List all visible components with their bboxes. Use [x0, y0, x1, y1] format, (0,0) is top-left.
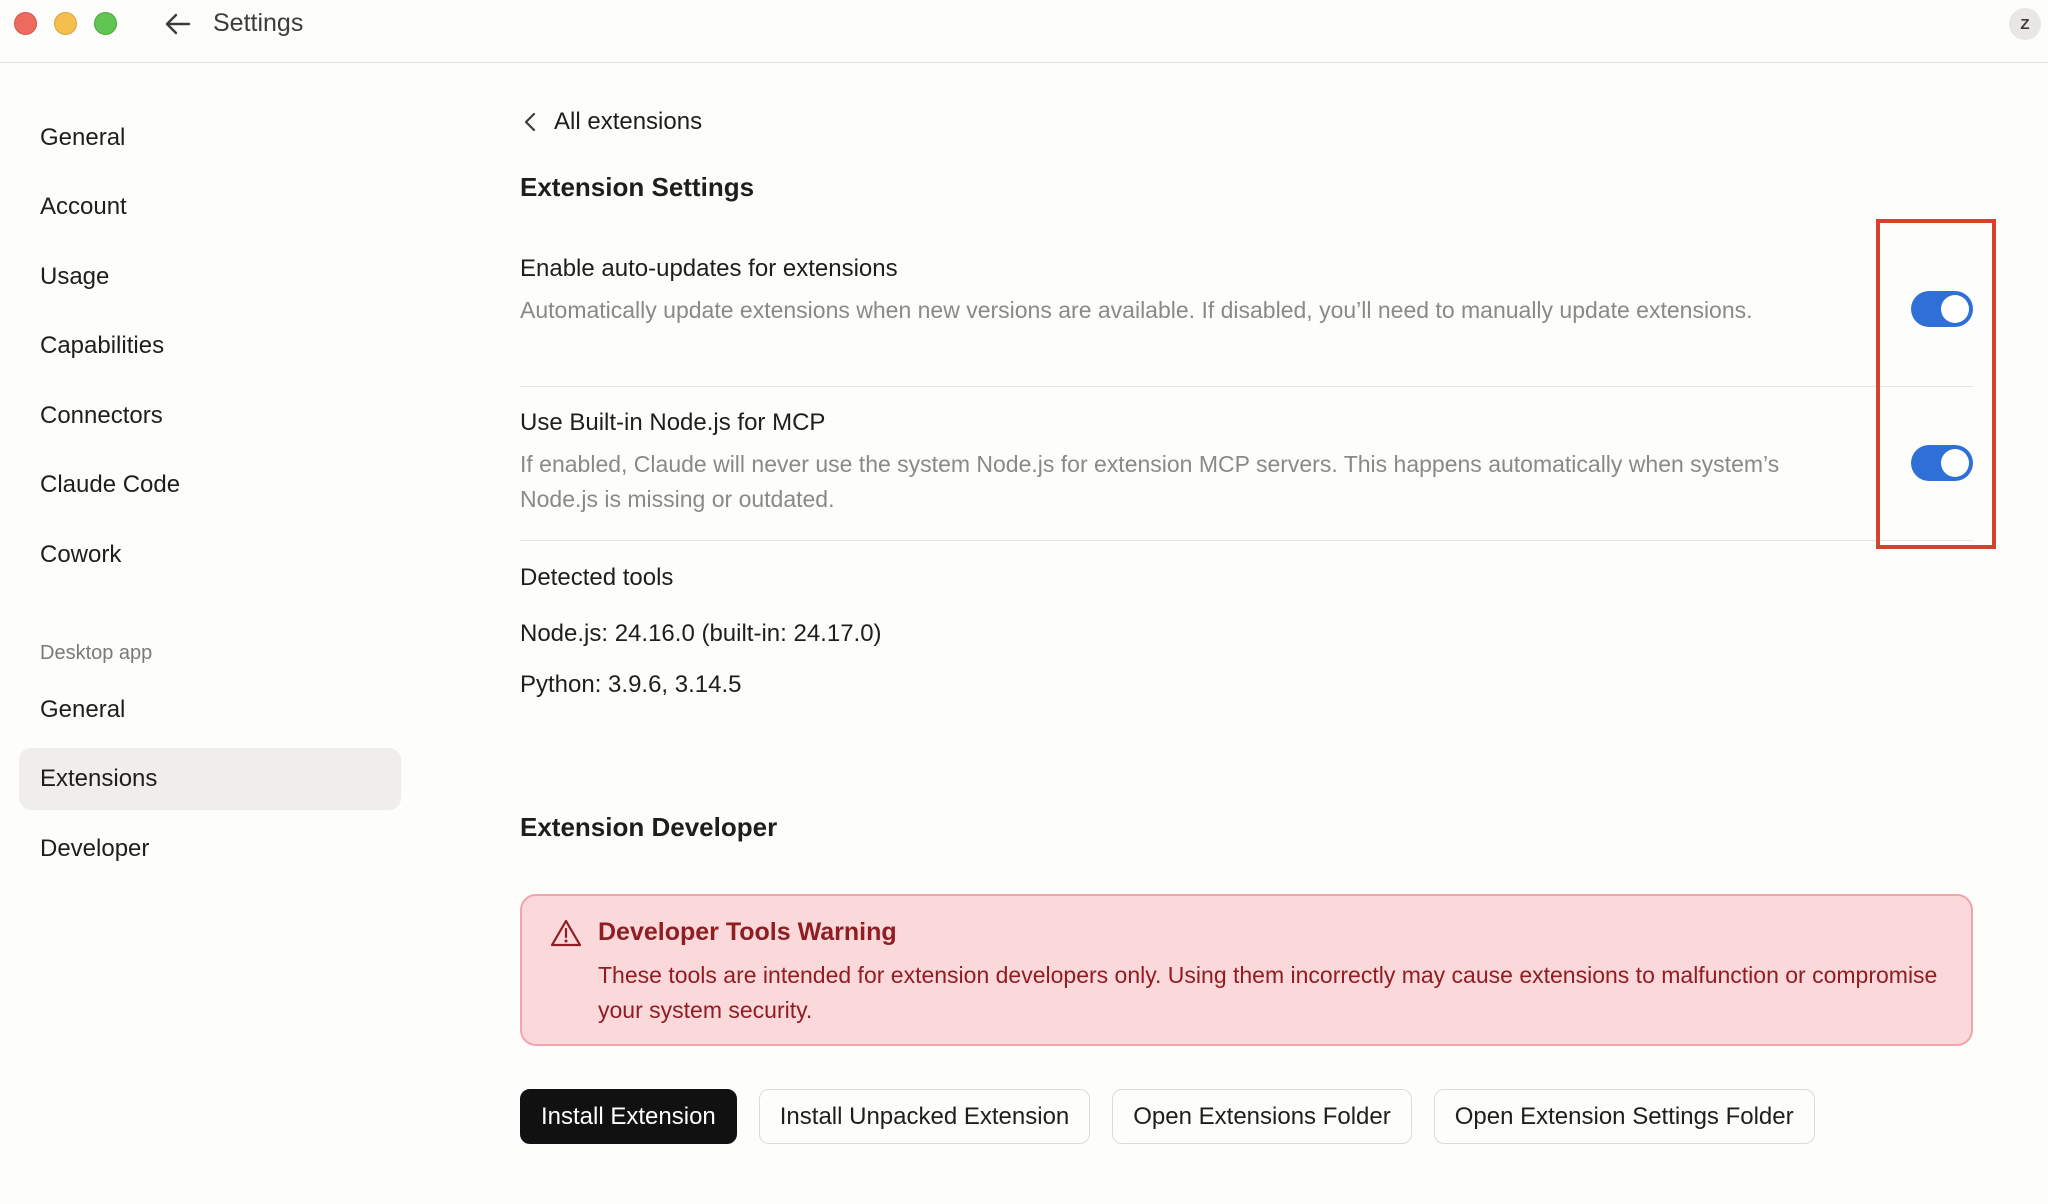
sidebar-item-capabilities[interactable]: Capabilities: [19, 315, 401, 377]
install-extension-button[interactable]: Install Extension: [520, 1089, 737, 1144]
setting-builtin-node: Use Built-in Node.js for MCP If enabled,…: [520, 409, 1973, 517]
divider: [520, 540, 1973, 541]
open-extension-settings-folder-button[interactable]: Open Extension Settings Folder: [1433, 1089, 1815, 1144]
window-title: Settings: [213, 9, 304, 37]
sidebar-item-label: Developer: [40, 835, 150, 862]
sidebar-item-desktop-general[interactable]: General: [19, 679, 401, 741]
sidebar-item-label: Claude Code: [40, 471, 181, 498]
sidebar-item-developer[interactable]: Developer: [19, 818, 401, 880]
sidebar-item-label: Account: [40, 193, 127, 220]
sidebar-item-usage[interactable]: Usage: [19, 246, 401, 308]
window-close-button[interactable]: [14, 12, 37, 35]
open-extensions-folder-button[interactable]: Open Extensions Folder: [1112, 1089, 1412, 1144]
sidebar-item-label: Extensions: [40, 765, 158, 792]
extension-settings-title: Extension Settings: [520, 172, 755, 202]
warning-triangle-icon: [550, 919, 582, 947]
sidebar-item-general[interactable]: General: [19, 107, 401, 169]
detected-tools-title: Detected tools: [520, 564, 674, 591]
avatar[interactable]: Z: [2009, 8, 2041, 40]
highlight-box: [1876, 219, 1996, 549]
sidebar-item-claude-code[interactable]: Claude Code: [19, 454, 401, 516]
sidebar-item-label: General: [40, 696, 126, 723]
setting-label: Use Built-in Node.js for MCP: [520, 409, 826, 436]
extension-developer-title: Extension Developer: [520, 812, 778, 842]
sidebar-section-desktop-app: Desktop app: [40, 642, 153, 664]
setting-description: Automatically update extensions when new…: [520, 297, 1753, 323]
setting-description: If enabled, Claude will never use the sy…: [520, 451, 1780, 512]
breadcrumb[interactable]: All extensions: [520, 108, 702, 136]
sidebar-item-label: Usage: [40, 263, 110, 290]
chevron-left-icon: [524, 112, 536, 132]
sidebar-item-extensions[interactable]: Extensions: [19, 748, 401, 810]
sidebar-item-label: Connectors: [40, 402, 163, 429]
sidebar-item-label: Cowork: [40, 541, 122, 568]
sidebar-item-cowork[interactable]: Cowork: [19, 524, 401, 586]
warning-title: Developer Tools Warning: [598, 918, 897, 946]
sidebar-item-account[interactable]: Account: [19, 176, 401, 238]
window-maximize-button[interactable]: [94, 12, 117, 35]
sidebar-item-label: Capabilities: [40, 332, 165, 359]
setting-label: Enable auto-updates for extensions: [520, 255, 898, 282]
window-minimize-button[interactable]: [54, 12, 77, 35]
developer-button-row: Install Extension Install Unpacked Exten…: [520, 1089, 1815, 1144]
breadcrumb-all-extensions: All extensions: [554, 108, 703, 135]
sidebar-item-label: General: [40, 124, 126, 151]
detected-tools-node: Node.js: 24.16.0 (built-in: 24.17.0): [520, 620, 882, 647]
detected-tools-python: Python: 3.9.6, 3.14.5: [520, 671, 742, 698]
back-arrow-icon[interactable]: [164, 11, 192, 37]
install-unpacked-extension-button[interactable]: Install Unpacked Extension: [758, 1089, 1091, 1144]
sidebar-item-connectors[interactable]: Connectors: [19, 385, 401, 447]
developer-tools-warning: Developer Tools Warning These tools are …: [520, 894, 1973, 1046]
title-bar: Settings Z: [0, 0, 2048, 63]
setting-auto-updates: Enable auto-updates for extensions Autom…: [520, 255, 1973, 328]
divider: [520, 386, 1973, 387]
warning-body: These tools are intended for extension d…: [598, 962, 1938, 1023]
